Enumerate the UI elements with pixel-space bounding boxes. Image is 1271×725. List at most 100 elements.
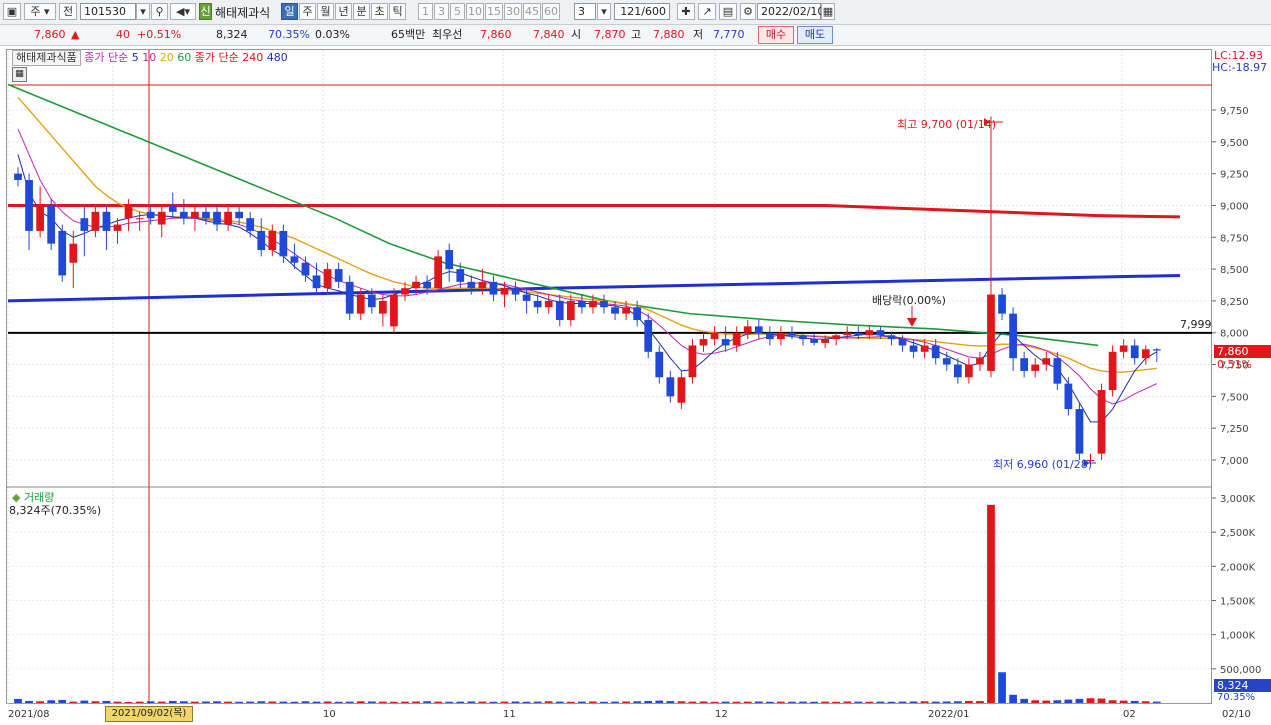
candle-body xyxy=(367,294,376,308)
y-tick-label: 9,500 xyxy=(1220,138,1249,149)
candle-body xyxy=(931,345,940,359)
volume-pct-tag: 70.35% xyxy=(1217,692,1256,703)
candle-body xyxy=(909,345,918,352)
candle-body xyxy=(323,269,332,289)
volume-bar xyxy=(301,701,310,703)
vol-tick-label: 1,500K xyxy=(1220,597,1256,608)
volume-bar xyxy=(633,701,642,703)
current-price-tag: 7,860 xyxy=(1214,345,1271,358)
volume-bar xyxy=(401,701,409,703)
candle-body xyxy=(544,300,553,308)
candle-body xyxy=(290,256,299,263)
vol-tick-label: 1,000K xyxy=(1220,631,1256,642)
volume-bar xyxy=(799,701,807,703)
y-tick-label: 7,000 xyxy=(1220,456,1249,467)
grid-toggle-icon[interactable]: ▦ xyxy=(12,67,27,82)
volume-bar xyxy=(91,701,100,703)
volume-bar xyxy=(246,701,255,703)
volume-bar xyxy=(191,701,199,703)
x-tick-label: 11 xyxy=(503,709,516,720)
volume-bar xyxy=(1075,698,1084,703)
y-tick-label: 9,750 xyxy=(1220,106,1249,117)
volume-bar xyxy=(578,701,586,703)
y-tick-label: 8,500 xyxy=(1220,265,1249,276)
volume-bar xyxy=(843,701,852,703)
legend-ma-long: 240 480 xyxy=(242,51,288,64)
legend-ma-10: 10 xyxy=(138,51,157,64)
chart-legend: 해태제과식품 종가 단순 5 10 20 60 종가 단순 240 480 xyxy=(12,50,288,66)
volume-bar xyxy=(1141,701,1150,703)
y-tick-label: 7,250 xyxy=(1220,424,1249,435)
volume-bar xyxy=(909,701,918,703)
candle-body xyxy=(25,180,33,231)
y-tick-label: 9,250 xyxy=(1220,170,1249,181)
low-annotation: 최저 6,960 (01/28) xyxy=(993,458,1093,471)
candle-body xyxy=(821,339,830,343)
volume-bar xyxy=(810,701,818,703)
candle-body xyxy=(1020,358,1029,371)
volume-bar xyxy=(622,701,630,703)
volume-bar xyxy=(489,701,498,703)
candle-body xyxy=(622,307,630,314)
chart-canvas[interactable]: 9,750 9,500 9,250 9,000 8,750 8,500 8,250 8,000… xyxy=(0,0,1271,725)
candle-body xyxy=(334,269,343,282)
dividend-arrow xyxy=(907,318,917,327)
candle-body xyxy=(478,281,487,289)
volume-bar xyxy=(898,701,907,703)
candle-body xyxy=(58,230,67,276)
candle-body xyxy=(865,330,874,336)
candle-body xyxy=(489,281,498,295)
legend-ma-480: 480 xyxy=(263,51,288,64)
volume-bar xyxy=(1020,698,1029,703)
candle-body xyxy=(1053,358,1062,384)
volume-bar xyxy=(555,701,564,703)
volume-bar xyxy=(710,701,719,703)
volume-bar xyxy=(566,701,575,703)
volume-bar xyxy=(976,701,984,703)
legend-stock-name: 해태제과식품 xyxy=(12,50,81,66)
high-annotation: 최고 9,700 (01/14) xyxy=(897,118,997,131)
volume-bar xyxy=(445,701,454,703)
volume-bar xyxy=(998,672,1006,703)
candle-body xyxy=(953,364,962,378)
volume-bar xyxy=(456,701,465,703)
candle-body xyxy=(876,330,885,336)
volume-bar xyxy=(865,701,874,703)
candle-body xyxy=(246,218,255,231)
candle-body xyxy=(522,294,531,301)
candle-body xyxy=(765,332,774,340)
volume-bar xyxy=(1009,694,1017,703)
candle-body xyxy=(1097,390,1106,454)
volume-bar xyxy=(290,701,299,703)
volume-bar xyxy=(279,701,288,703)
volume-bar xyxy=(500,701,509,703)
volume-bar xyxy=(876,701,885,703)
legend-ma-short: 5 10 20 60 xyxy=(132,51,192,64)
volume-bar xyxy=(743,701,752,703)
candle-body xyxy=(47,205,56,244)
volume-bar xyxy=(589,701,597,703)
volume-bar xyxy=(1097,698,1106,703)
volume-bar xyxy=(47,700,56,703)
volume-bar xyxy=(1031,700,1040,703)
candle-body xyxy=(942,358,951,365)
candle-body xyxy=(235,211,244,219)
volume-bar xyxy=(1064,699,1073,703)
candle-body xyxy=(611,307,619,314)
volume-bar xyxy=(423,701,431,703)
volume-bar xyxy=(854,701,863,703)
candle-body xyxy=(191,211,199,219)
volume-bar xyxy=(655,700,664,703)
candle-body xyxy=(279,230,288,257)
candle-body xyxy=(179,211,188,219)
volume-bar xyxy=(434,701,443,703)
legend-ma-20: 20 xyxy=(156,51,174,64)
ma20-line xyxy=(17,96,1157,373)
y-tick-label: 8,750 xyxy=(1220,233,1249,244)
volume-bar xyxy=(721,701,730,703)
candle-body xyxy=(1064,383,1073,410)
candle-body xyxy=(688,345,697,378)
candle-body xyxy=(566,300,575,320)
candle-body xyxy=(301,262,310,276)
volume-bar xyxy=(235,701,244,703)
